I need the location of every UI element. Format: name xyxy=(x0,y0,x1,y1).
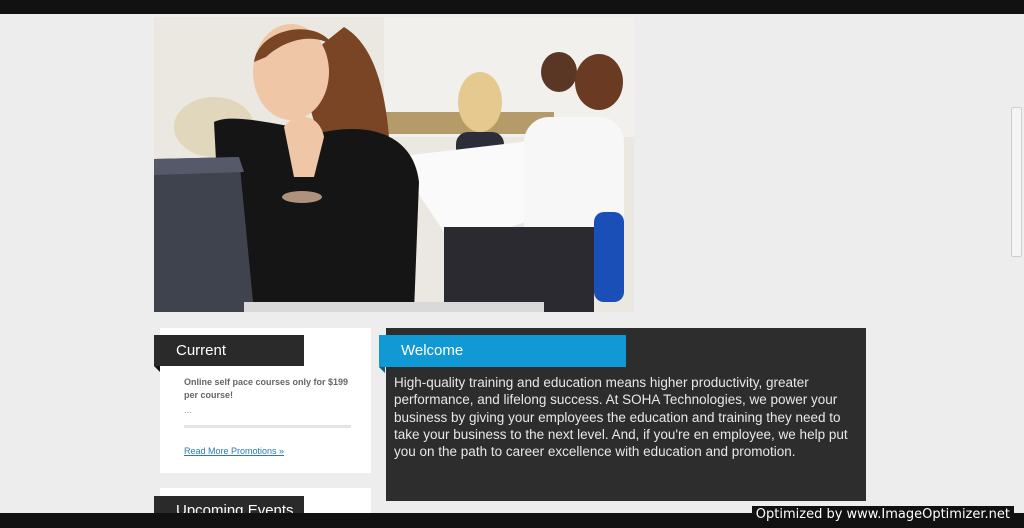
promotion-text: Online self pace courses only for $199 p… xyxy=(184,377,349,400)
vertical-scrollbar[interactable] xyxy=(1011,107,1022,257)
hero-image xyxy=(154,17,634,312)
welcome-heading: Welcome xyxy=(379,335,626,373)
window-top-bar xyxy=(0,0,1024,14)
welcome-body: High-quality training and education mean… xyxy=(394,375,848,460)
watermark-text: Optimized by www.ImageOptimizer.net xyxy=(751,506,1014,524)
promotion-divider xyxy=(184,425,351,428)
promotions-heading: Current Promotions xyxy=(154,335,304,390)
read-more-promotions-link[interactable]: Read More Promotions » xyxy=(184,446,284,456)
promotion-ellipsis: ... xyxy=(184,405,192,415)
